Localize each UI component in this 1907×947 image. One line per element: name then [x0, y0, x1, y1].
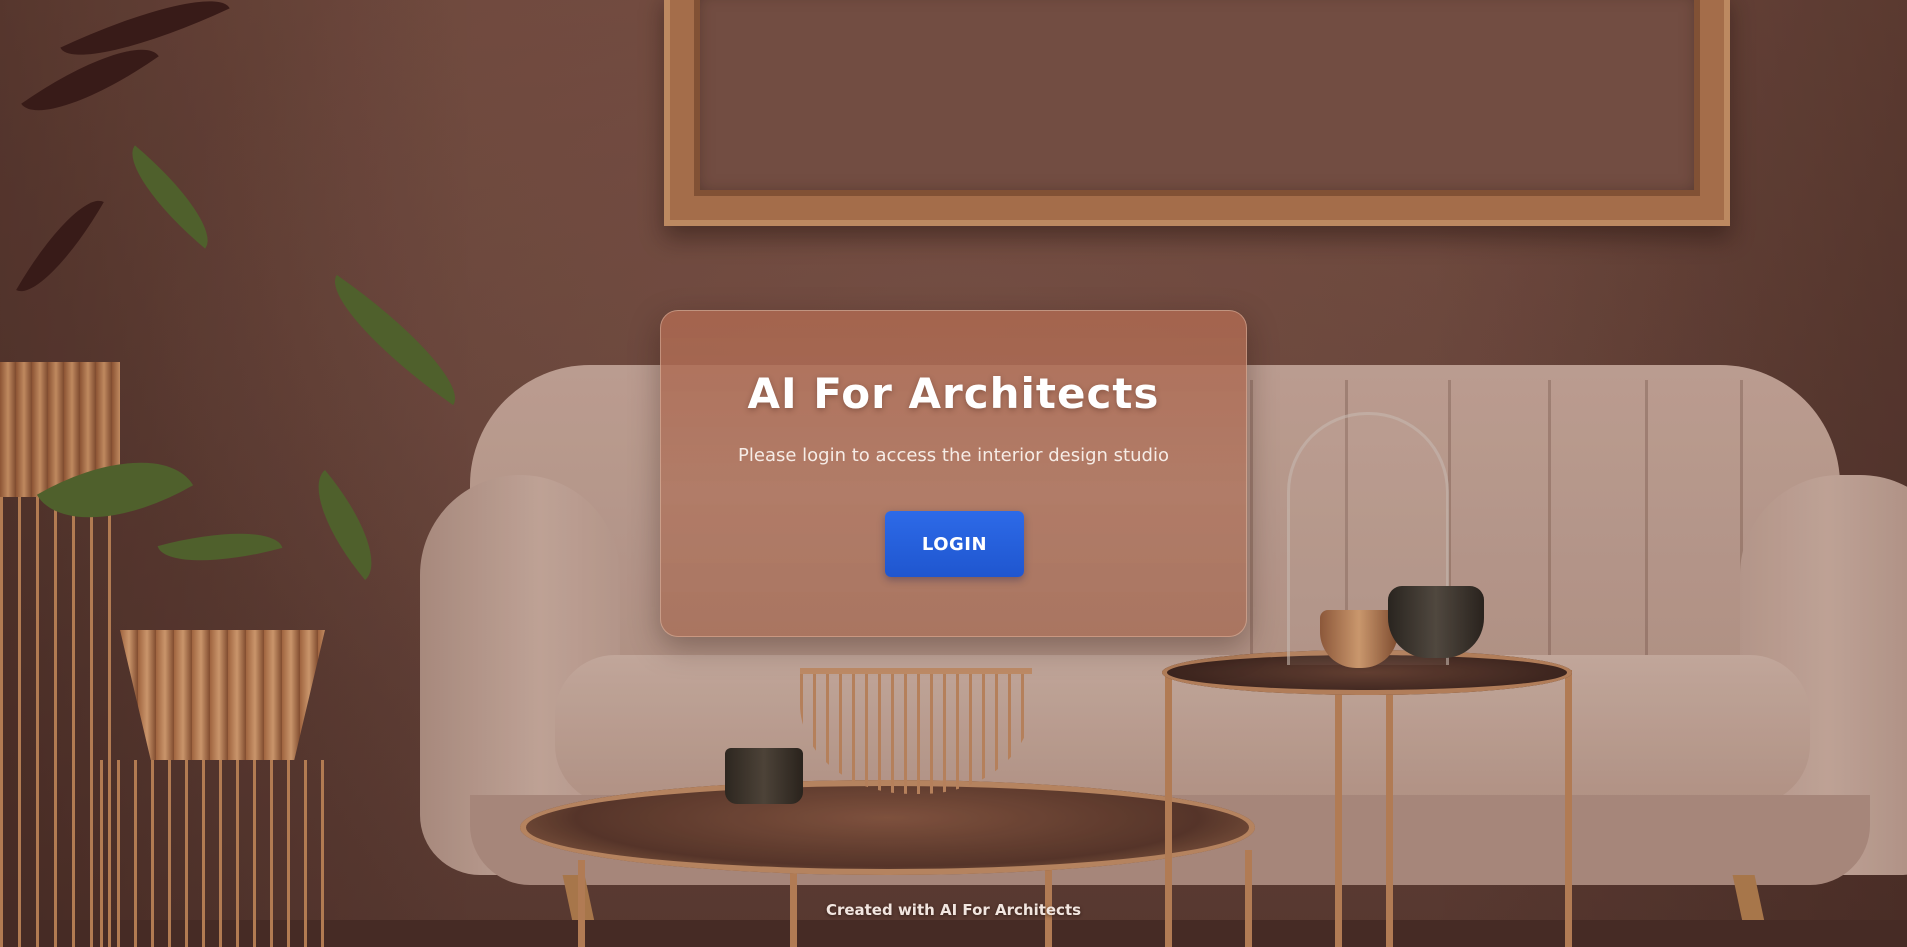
- login-subtitle: Please login to access the interior desi…: [738, 445, 1169, 466]
- login-page: AI For Architects Please login to access…: [0, 0, 1907, 947]
- page-title: AI For Architects: [747, 369, 1160, 418]
- footer-credit: Created with AI For Architects: [825, 901, 1082, 919]
- login-button[interactable]: LOGIN: [885, 511, 1024, 577]
- login-card: AI For Architects Please login to access…: [660, 310, 1247, 637]
